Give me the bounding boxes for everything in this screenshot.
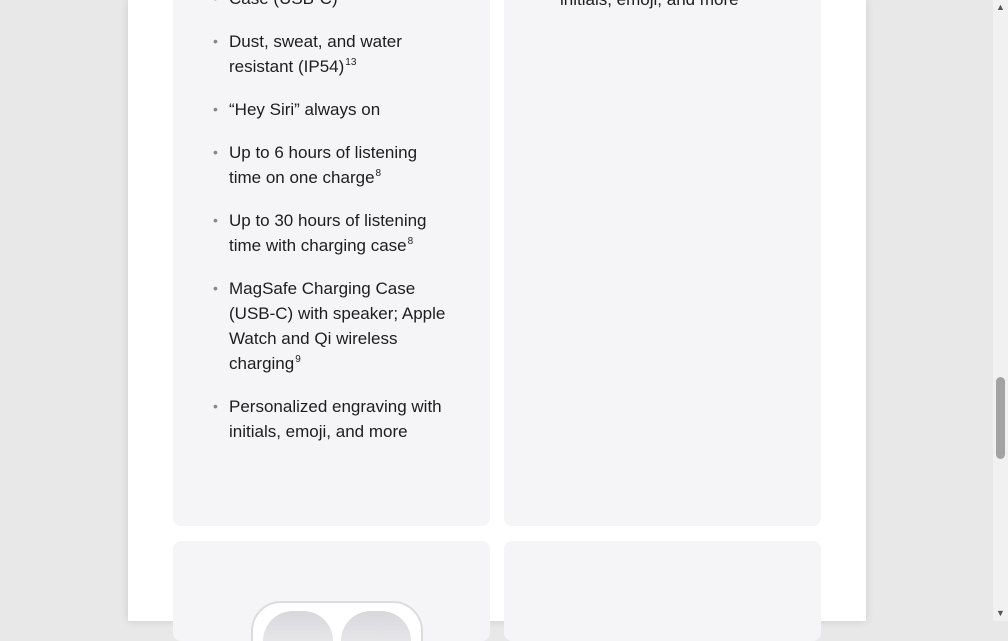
footnote-ref[interactable]: 8 <box>376 168 382 179</box>
triangle-down-icon[interactable]: ▼ <box>993 606 1008 621</box>
earbud-left-shape <box>263 611 333 641</box>
feature-item: Personalized engraving with initials, em… <box>213 394 453 444</box>
footnote-ref[interactable]: 9 <box>295 354 301 365</box>
product-card-right: initials, emoji, and more <box>504 0 821 526</box>
airpods-case-image <box>251 601 423 641</box>
feature-item: Up to 6 hours of listening time on one c… <box>213 140 453 190</box>
feature-text: Up to 6 hours of listening time on one c… <box>229 143 418 187</box>
vertical-scrollbar[interactable]: ▲ ▼ <box>993 0 1008 621</box>
footnote-ref[interactable]: 13 <box>345 57 356 68</box>
triangle-up-icon[interactable]: ▲ <box>993 0 1008 15</box>
feature-text: Up to 30 hours of listening time with ch… <box>229 211 427 255</box>
feature-item: Dust, sweat, and water resistant (IP54)1… <box>213 29 453 79</box>
feature-text: Personalized engraving with initials, em… <box>229 397 442 441</box>
feature-item: MagSafe Charging Case (USB‑C) with speak… <box>213 276 453 376</box>
feature-text: Dust, sweat, and water resistant (IP54) <box>229 32 402 76</box>
scrollbar-thumb[interactable] <box>996 377 1005 459</box>
earbud-right-shape <box>341 611 411 641</box>
footnote-ref[interactable]: 8 <box>408 236 414 247</box>
feature-text: initials, emoji, and more <box>560 0 739 12</box>
product-card-bottom-left <box>173 541 490 641</box>
feature-list: Case (USB-C) Dust, sweat, and water resi… <box>213 0 453 444</box>
page-content: Case (USB-C) Dust, sweat, and water resi… <box>128 0 866 641</box>
feature-text: MagSafe Charging Case (USB‑C) with speak… <box>229 279 446 373</box>
product-card-left: Case (USB-C) Dust, sweat, and water resi… <box>173 0 490 526</box>
product-card-bottom-right <box>504 541 821 641</box>
feature-item: “Hey Siri” always on <box>213 97 453 122</box>
feature-text: “Hey Siri” always on <box>229 100 381 119</box>
feature-text: Case (USB-C) <box>229 0 338 8</box>
feature-item: Up to 30 hours of listening time with ch… <box>213 208 453 258</box>
feature-item: Case (USB-C) <box>213 0 453 11</box>
